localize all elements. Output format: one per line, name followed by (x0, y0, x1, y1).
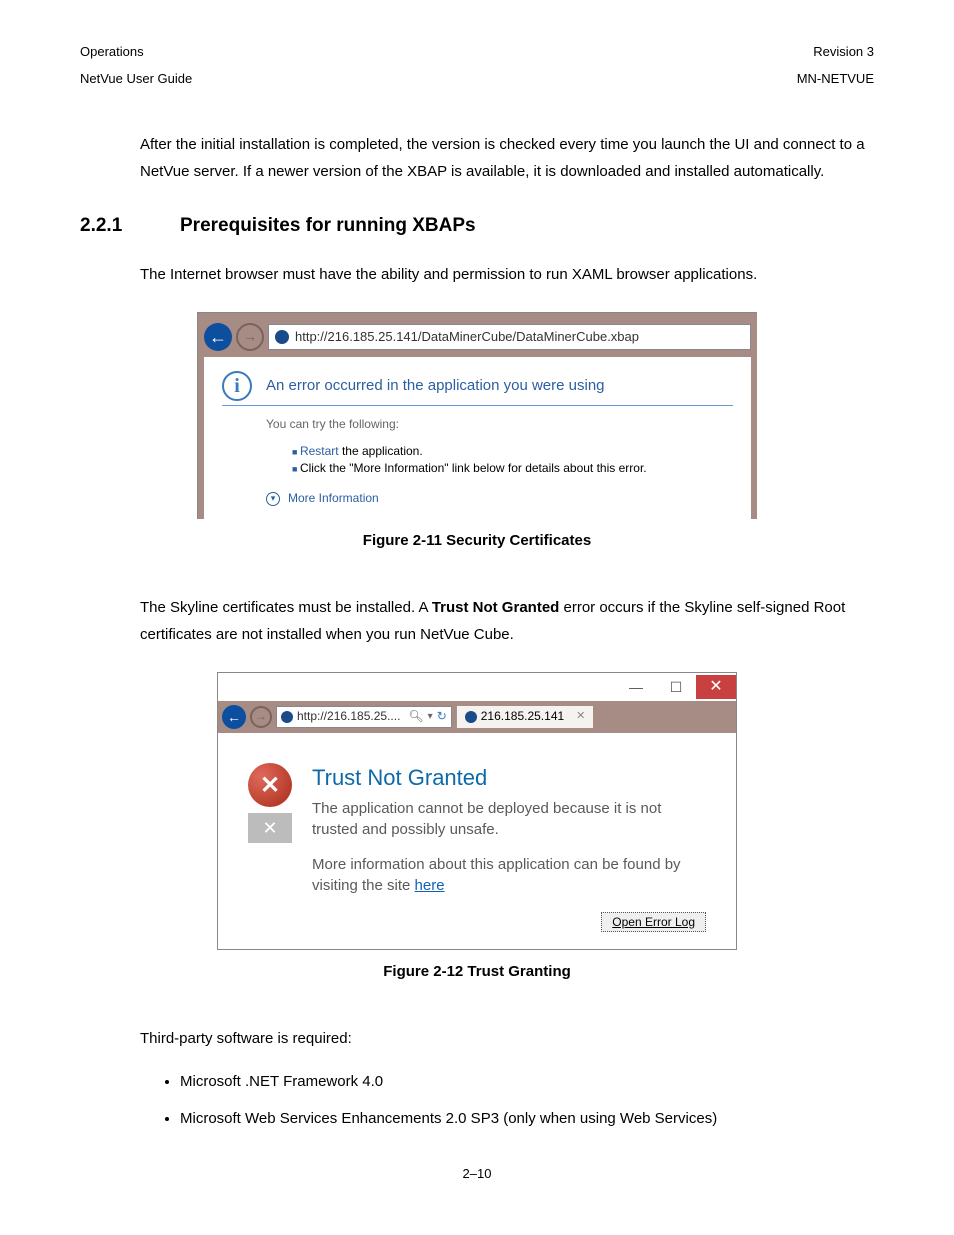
requirements-list: Microsoft .NET Framework 4.0 Microsoft W… (180, 1068, 874, 1132)
figure2-caption: Figure 2-12 Trust Granting (80, 958, 874, 985)
error-title: An error occurred in the application you… (266, 371, 605, 396)
tab-close-icon[interactable]: ✕ (576, 707, 585, 727)
close-button[interactable]: ✕ (696, 675, 736, 699)
back-button[interactable]: ← (222, 705, 246, 729)
list-item: Microsoft Web Services Enhancements 2.0 … (180, 1105, 874, 1132)
globe-icon (281, 711, 293, 723)
search-icon[interactable]: 🔍︎ (408, 706, 423, 728)
address-bar[interactable]: http://216.185.25.... 🔍︎ ▾ ↻ (276, 706, 452, 728)
window-titlebar: — ☐ ✕ (218, 673, 736, 701)
forward-button[interactable]: → (250, 706, 272, 728)
address-url: http://216.185.25.141/DataMinerCube/Data… (295, 325, 639, 348)
prereq-paragraph: The Internet browser must have the abili… (140, 261, 874, 288)
info-icon: i (222, 371, 252, 401)
section-title: Prerequisites for running XBAPs (180, 209, 476, 243)
figure-security-certificates: ← → http://216.185.25.141/DataMinerCube/… (197, 312, 757, 519)
error-icon: ✕ (248, 763, 292, 807)
trust-title: Trust Not Granted (312, 763, 706, 794)
list-item: Microsoft .NET Framework 4.0 (180, 1068, 874, 1095)
minimize-button[interactable]: — (616, 675, 656, 699)
intro-paragraph: After the initial installation is comple… (140, 131, 874, 185)
chevron-down-icon: ▾ (266, 492, 280, 506)
browser-tab[interactable]: 216.185.25.141 ✕ (456, 706, 594, 728)
back-button[interactable]: ← (204, 323, 232, 351)
refresh-icon[interactable]: ↻ (437, 706, 447, 728)
bullet-restart: Restart the application. (292, 443, 733, 460)
globe-icon (465, 711, 477, 723)
forward-button[interactable]: → (236, 323, 264, 351)
app-icon: ✕ (248, 813, 292, 843)
header-left-top: Operations (80, 40, 144, 63)
figure1-caption: Figure 2-11 Security Certificates (80, 527, 874, 554)
header-left-bottom: NetVue User Guide (80, 67, 192, 90)
page-number: 2–10 (80, 1162, 874, 1185)
maximize-button[interactable]: ☐ (656, 675, 696, 699)
open-error-log-button[interactable]: Open Error Log (601, 912, 706, 932)
section-number: 2.2.1 (80, 209, 180, 243)
header-right-bottom: MN-NETVUE (797, 67, 874, 90)
page-header: Operations Revision 3 NetVue User Guide … (80, 40, 874, 91)
trust-line1: The application cannot be deployed becau… (312, 798, 706, 840)
globe-icon (275, 330, 289, 344)
more-information-link[interactable]: ▾ More Information (266, 490, 733, 507)
here-link[interactable]: here (415, 877, 445, 894)
try-label: You can try the following: (266, 416, 733, 433)
section-heading: 2.2.1 Prerequisites for running XBAPs (80, 209, 874, 243)
address-bar[interactable]: http://216.185.25.141/DataMinerCube/Data… (268, 324, 751, 350)
trust-line2: More information about this application … (312, 854, 706, 896)
bullet-more-info-hint: Click the "More Information" link below … (292, 460, 733, 477)
dropdown-icon[interactable]: ▾ (428, 708, 433, 726)
third-party-label: Third-party software is required: (140, 1025, 874, 1052)
header-right-top: Revision 3 (813, 40, 874, 63)
figure-trust-not-granted: — ☐ ✕ ← → http://216.185.25.... 🔍︎ ▾ ↻ 2… (217, 672, 737, 950)
skyline-paragraph: The Skyline certificates must be install… (140, 594, 874, 648)
